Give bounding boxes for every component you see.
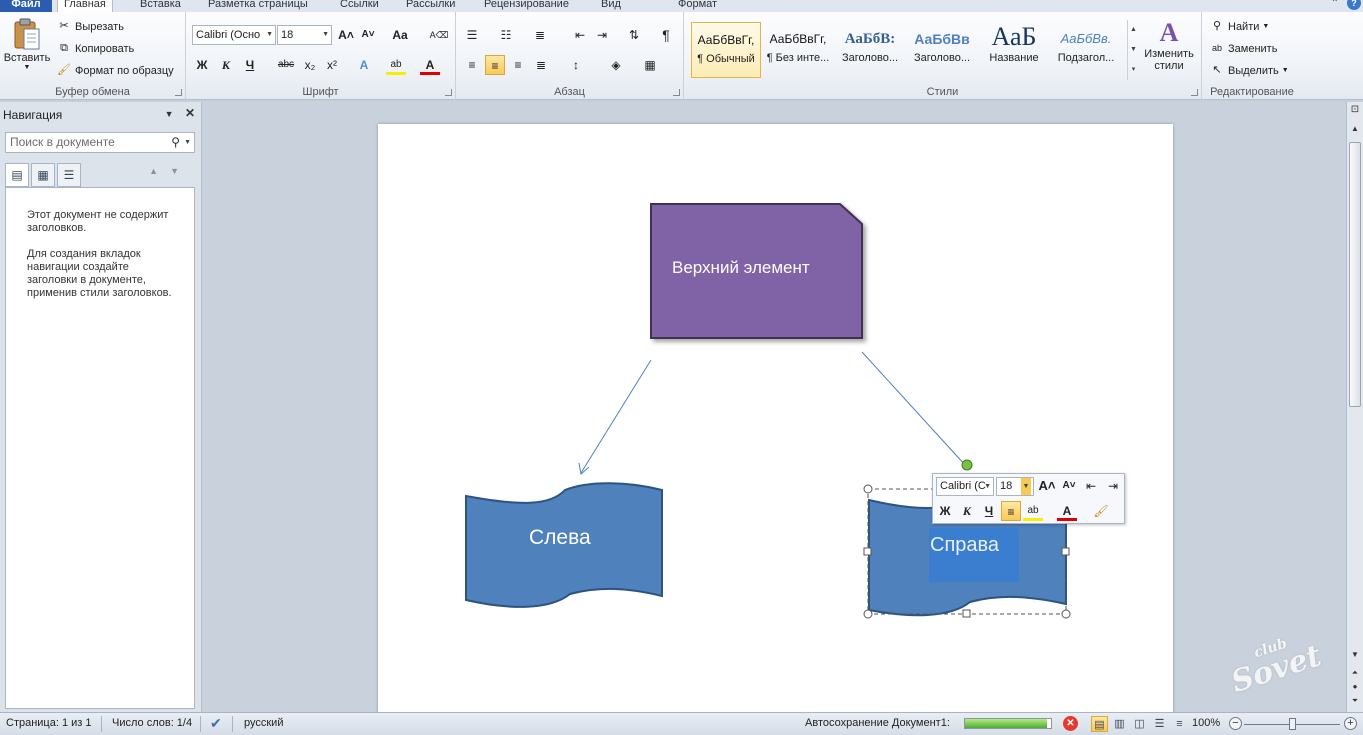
- mini-toolbar: Calibri (С ▼ 18 ▼ A˄ A˅ ⇤ ⇥ Ж К Ч ≡ ab A 🖌: [932, 473, 1125, 524]
- page-indicator[interactable]: Страница: 1 из 1: [6, 717, 92, 729]
- scroll-down-icon[interactable]: ▼: [1347, 650, 1363, 659]
- language-indicator[interactable]: русский: [244, 717, 283, 729]
- autosave-progress-fill: [965, 719, 1047, 728]
- zoom-out-icon[interactable]: −: [1229, 717, 1242, 730]
- mini-align-center-icon[interactable]: ≡: [1001, 501, 1021, 521]
- vertical-scrollbar[interactable]: ⊡ ▲ ▼ ⏶ ● ⏷: [1346, 102, 1363, 712]
- zoom-slider-thumb[interactable]: [1289, 718, 1296, 730]
- right-shape-text[interactable]: Справа: [930, 534, 999, 557]
- zoom-level[interactable]: 100%: [1192, 717, 1220, 729]
- full-screen-reading-icon[interactable]: ▥: [1111, 716, 1128, 732]
- print-layout-view-icon[interactable]: ▤: [1091, 716, 1108, 732]
- mini-shrink-font-icon[interactable]: A˅: [1059, 476, 1079, 496]
- outline-view-icon[interactable]: ☰: [1151, 716, 1168, 732]
- proofing-icon[interactable]: ✔: [210, 715, 222, 732]
- mini-increase-indent-icon[interactable]: ⇥: [1103, 476, 1123, 496]
- autosave-label: Автосохранение Документ1:: [805, 717, 950, 729]
- mini-font-combo[interactable]: Calibri (С ▼: [936, 477, 994, 496]
- mini-size-combo[interactable]: 18 ▼: [996, 477, 1034, 496]
- mini-highlight-icon[interactable]: ab: [1023, 501, 1043, 521]
- rotation-handle[interactable]: [961, 459, 973, 471]
- zoom-in-icon[interactable]: +: [1344, 717, 1357, 730]
- mini-decrease-indent-icon[interactable]: ⇤: [1081, 476, 1101, 496]
- mini-bold-button[interactable]: Ж: [935, 501, 955, 521]
- left-shape-text[interactable]: Слева: [529, 526, 591, 550]
- scroll-thumb[interactable]: [1349, 142, 1361, 407]
- connector-right[interactable]: [861, 351, 967, 467]
- diagram-canvas: [465, 203, 1071, 619]
- draft-view-icon[interactable]: ≡: [1171, 716, 1188, 732]
- autosave-progress: [964, 718, 1052, 729]
- status-bar: Страница: 1 из 1 Число слов: 1/4 ✔ русск…: [0, 712, 1363, 735]
- chevron-down-icon: ▼: [984, 483, 991, 490]
- mini-grow-font-icon[interactable]: A˄: [1037, 476, 1057, 496]
- mini-italic-button[interactable]: К: [957, 501, 977, 521]
- next-page-icon[interactable]: ⏷: [1347, 696, 1363, 706]
- browse-object-icon[interactable]: ●: [1347, 682, 1363, 691]
- connector-left[interactable]: [580, 359, 652, 474]
- chevron-down-icon: ▼: [1021, 478, 1031, 495]
- top-shape-text[interactable]: Верхний элемент: [672, 258, 810, 278]
- web-layout-icon[interactable]: ◫: [1131, 716, 1148, 732]
- word-count[interactable]: Число слов: 1/4: [112, 717, 192, 729]
- prev-page-icon[interactable]: ⏶: [1347, 668, 1363, 678]
- mini-format-painter-icon[interactable]: 🖌: [1091, 501, 1111, 521]
- mini-size-value: 18: [1000, 480, 1013, 492]
- status-separator: [101, 716, 102, 732]
- status-separator: [232, 716, 233, 732]
- mini-font-color-button[interactable]: A: [1057, 501, 1077, 521]
- cancel-autosave-icon[interactable]: ✕: [1063, 716, 1078, 731]
- mini-font-value: Calibri (С: [940, 480, 986, 492]
- ruler-toggle-icon[interactable]: ⊡: [1347, 104, 1363, 115]
- scroll-up-icon[interactable]: ▲: [1347, 124, 1363, 133]
- status-separator: [200, 716, 201, 732]
- mini-underline-button[interactable]: Ч: [979, 501, 999, 521]
